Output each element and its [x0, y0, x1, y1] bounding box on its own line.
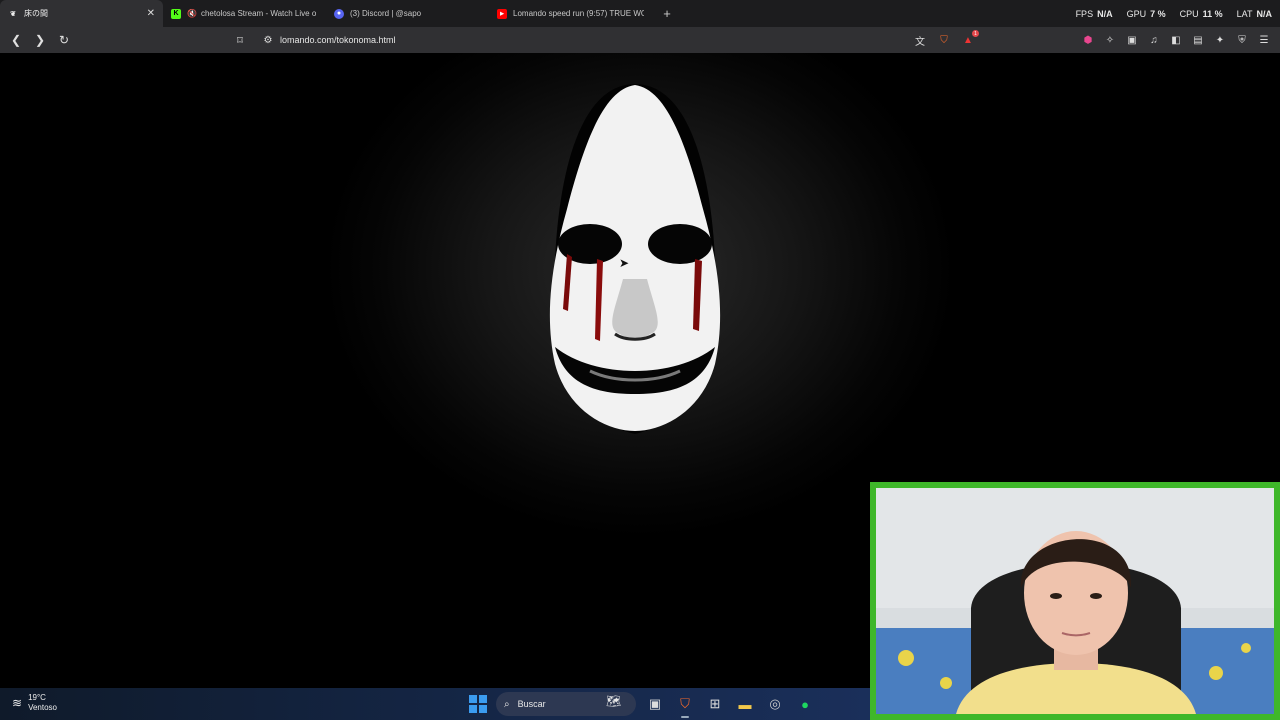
mouse-cursor-icon: ➤	[619, 256, 630, 270]
tab-title: chetolosa Stream - Watch Live o	[200, 9, 317, 18]
active-indicator	[681, 716, 689, 718]
taskbar-apps: ⌕ Buscar 🗺 ▣ ⛉ ⊞ ▬ ◎ ●	[468, 692, 816, 718]
webcam-feed	[876, 488, 1274, 714]
media-icon[interactable]: ♫	[1146, 32, 1162, 48]
vpn-shield-icon[interactable]: ⛨	[1234, 32, 1250, 48]
brave-shields-icon[interactable]: ⛉	[936, 32, 952, 48]
youtube-icon: ▶	[497, 8, 507, 19]
performance-overlay: FPS N/A GPU 7 % CPU 11 % LAT N/A	[1076, 0, 1272, 27]
bookmark-icon[interactable]: ⌑	[232, 32, 248, 48]
discord-icon: ●	[334, 8, 344, 19]
weather-widget[interactable]: ≋ 19°C Ventoso	[12, 693, 57, 713]
kick-icon: K	[171, 8, 181, 19]
search-placeholder: Buscar	[517, 699, 546, 709]
tab-title: (3) Discord | @sapo	[350, 9, 422, 18]
tab-bar: ❦ 床の間 ✕ K 🔇 chetolosa Stream - Watch Liv…	[0, 0, 1280, 27]
search-icon: ⌕	[504, 698, 510, 710]
microsoft-store-icon[interactable]: ⊞	[704, 693, 726, 715]
screenshot-icon[interactable]: ▣	[1124, 32, 1140, 48]
windows-start-icon[interactable]	[468, 694, 488, 714]
taskbar-search[interactable]: ⌕ Buscar 🗺	[496, 692, 636, 716]
url-field-container[interactable]: ⌑ ⚙ lomando.com/tokonoma.html 文 ⛉ ▲ 1	[232, 29, 979, 51]
tab-discord[interactable]: ● (3) Discord | @sapo	[326, 0, 489, 27]
toolbar-right: ⬢ ✧ ▣ ♫ ◧ ▤ ✦ ⛨ ☰	[1080, 32, 1272, 48]
close-tab-icon[interactable]: ✕	[147, 8, 155, 19]
wind-weather-icon: ≋	[12, 696, 23, 710]
gpu-stat: GPU 7 %	[1126, 8, 1166, 19]
notification-badge: 1	[972, 30, 979, 37]
webcam-overlay	[870, 482, 1280, 720]
ghost-face-image	[549, 84, 721, 434]
cat-icon: ❦	[10, 10, 16, 18]
task-view-icon[interactable]: ▣	[644, 693, 666, 715]
cpu-stat: CPU 11 %	[1179, 8, 1223, 19]
spotify-icon[interactable]: ●	[794, 693, 816, 715]
extension-pink-icon[interactable]: ⬢	[1080, 32, 1096, 48]
extensions-icon[interactable]: ✧	[1102, 32, 1118, 48]
tab-youtube[interactable]: ▶ Lomando speed run (9:57) TRUE WO	[489, 0, 652, 27]
weather-desc: Ventoso	[28, 703, 57, 712]
forward-button[interactable]: ❯	[30, 30, 50, 50]
leo-ai-icon[interactable]: ✦	[1212, 32, 1228, 48]
menu-icon[interactable]: ☰	[1256, 32, 1272, 48]
site-settings-icon[interactable]: ⚙	[260, 32, 276, 48]
file-explorer-icon[interactable]: ▬	[734, 693, 756, 715]
brave-rewards-icon[interactable]: ▲ 1	[960, 30, 979, 48]
muted-icon[interactable]: 🔇	[187, 9, 197, 18]
tab-kick-stream[interactable]: K 🔇 chetolosa Stream - Watch Live o	[163, 0, 326, 27]
windows-taskbar: ≋ 19°C Ventoso ⌕ Buscar 🗺 ▣ ⛉ ⊞ ▬ ◎ ●	[0, 688, 870, 720]
weather-temp: 19°C	[28, 693, 46, 702]
url-text[interactable]: lomando.com/tokonoma.html	[280, 35, 396, 45]
reload-button[interactable]: ↻	[54, 30, 74, 50]
brave-browser-icon[interactable]: ⛉	[674, 693, 696, 718]
translate-icon[interactable]: 文	[912, 32, 928, 48]
screen: ❦ 床の間 ✕ K 🔇 chetolosa Stream - Watch Liv…	[0, 0, 1280, 720]
url-actions: 文 ⛉ ▲ 1	[912, 30, 979, 48]
lat-stat: LAT N/A	[1236, 8, 1272, 19]
wallet-icon[interactable]: ▤	[1190, 32, 1206, 48]
fps-stat: FPS N/A	[1075, 8, 1113, 19]
tab-title: Lomando speed run (9:57) TRUE WO	[513, 9, 644, 18]
search-highlight-icon: 🗺	[606, 694, 622, 708]
tab-tokonoma[interactable]: ❦ 床の間 ✕	[0, 0, 163, 27]
obs-icon[interactable]: ◎	[764, 693, 786, 715]
sidebar-icon[interactable]: ◧	[1168, 32, 1184, 48]
new-tab-button[interactable]: +	[656, 3, 678, 25]
tab-title: 床の間	[24, 9, 48, 18]
back-button[interactable]: ❮	[6, 30, 26, 50]
